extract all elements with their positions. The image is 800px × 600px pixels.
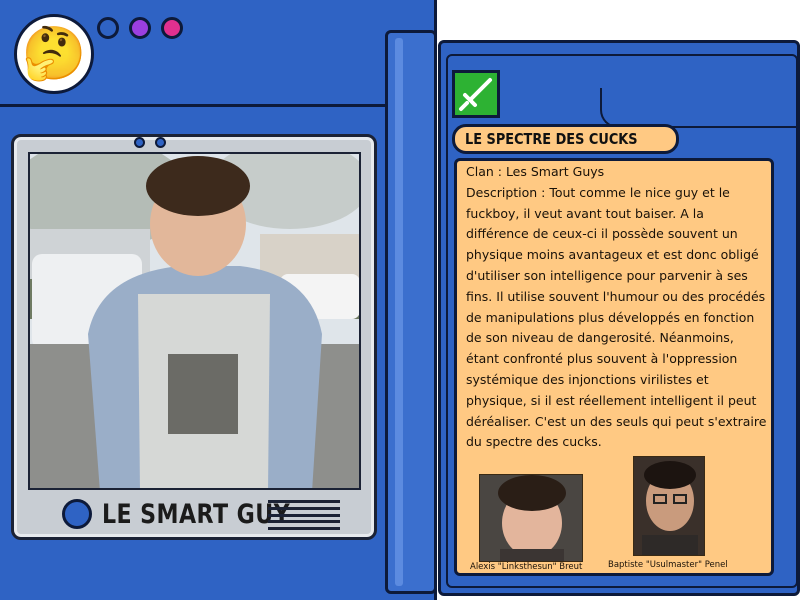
indicator-light-purple [129,17,151,39]
example-photo-2 [633,456,705,556]
example-caption-2: Baptiste "Usulmaster" Penel [608,560,728,570]
card-title-text: LE SPECTRE DES CUCKS [465,130,638,148]
left-panel-divider [0,104,437,118]
clan-line: Clan : Les Smart Guys [466,164,605,179]
person-photo-illustration [30,154,359,488]
profile-photo [28,152,361,490]
device-hinge [385,30,437,594]
hinge-highlight [395,38,403,586]
portrait-illustration [480,475,582,561]
thinking-face-icon: 🤔 [14,14,94,94]
sword-icon [459,78,492,111]
card-title: LE SPECTRE DES CUCKS [452,124,679,154]
indicator-light-pink [161,17,183,39]
screen-dot [155,137,166,148]
screen-dot [134,137,145,148]
description-text-block: Clan : Les Smart Guys Description : Tout… [466,162,768,453]
name-indicator-dot [62,499,92,529]
profile-name: LE SMART GUY [102,498,291,530]
description-paragraph: Description : Tout comme le nice guy et … [466,184,767,450]
avatar-emoji: 🤔 [21,24,87,84]
example-photo-1 [479,474,583,562]
type-badge [452,70,500,118]
right-panel-notch [600,88,800,128]
indicator-light-blue [97,17,119,39]
example-caption-1: Alexis "Linksthesun" Breut [470,562,583,572]
speaker-grille [268,500,340,530]
portrait-illustration [634,457,704,555]
